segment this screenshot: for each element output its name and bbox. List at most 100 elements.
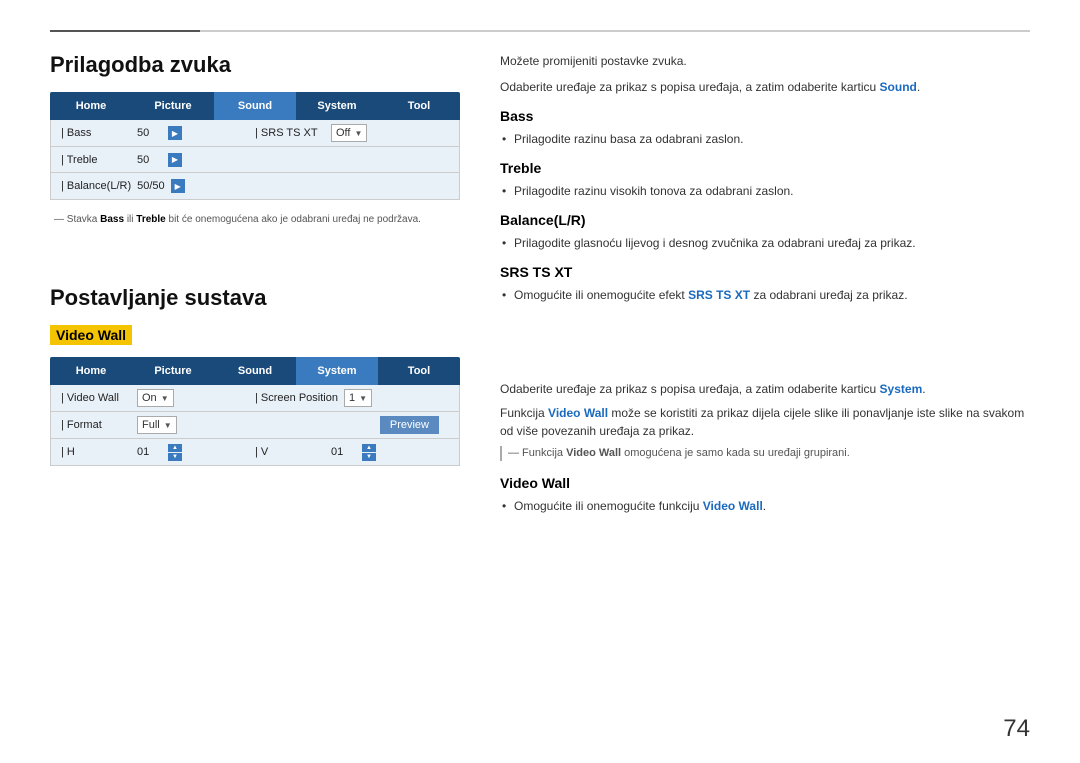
format-value: Full: [142, 419, 160, 431]
format-cell: | Format Full ▼: [61, 416, 250, 434]
preview-button[interactable]: Preview: [380, 416, 439, 434]
top-rule: [50, 30, 1030, 32]
menu-item2-home[interactable]: Home: [50, 357, 132, 385]
table-row: | Video Wall On ▼ | Screen Position 1 ▼: [51, 385, 459, 412]
bass-label: | Bass: [61, 127, 131, 139]
bass-bullet: Prilagodite razinu basa za odabrani zasl…: [500, 130, 1030, 148]
treble-value: 50: [137, 154, 162, 166]
preview-cell: Preview: [250, 416, 449, 434]
bass-cell: | Bass 50 ▶: [61, 126, 255, 140]
menu-item-system[interactable]: System: [296, 92, 378, 120]
right-bottom-section: Odaberite uređaje za prikaz s popisa ure…: [500, 380, 1030, 515]
v-up-arrow[interactable]: ▲: [362, 444, 376, 452]
screenpos-cell: | Screen Position 1 ▼: [255, 389, 449, 407]
treble-cell: | Treble 50 ▶: [61, 153, 255, 167]
dropdown-arrow2-icon: ▼: [161, 394, 169, 403]
v-down-arrow[interactable]: ▼: [362, 453, 376, 461]
subsection-srs: SRS TS XT: [500, 264, 1030, 280]
right-intro2-pre: Odaberite uređaje za prikaz s popisa ure…: [500, 80, 880, 94]
right-column: Možete promijeniti postavke zvuka. Odabe…: [480, 52, 1030, 733]
srs-cell: | SRS TS XT Off ▼: [255, 124, 449, 142]
menu-item-home[interactable]: Home: [50, 92, 132, 120]
table-row: | H 01 ▲ ▼ | V 01 ▲ ▼: [51, 439, 459, 465]
menu-bar-sound: Home Picture Sound System Tool: [50, 92, 460, 120]
bass-bold: Bass: [100, 214, 124, 225]
h-label: | H: [61, 446, 131, 458]
subsection-balance: Balance(L/R): [500, 212, 1030, 228]
right-intro1: Možete promijeniti postavke zvuka.: [500, 52, 1030, 70]
table-row: | Treble 50 ▶: [51, 147, 459, 173]
menu-item2-system[interactable]: System: [296, 357, 378, 385]
right-gap: [500, 308, 1030, 332]
srs-bullet: Omogućite ili onemogućite efekt SRS TS X…: [500, 286, 1030, 304]
balance-bullet: Prilagodite glasnoću lijevog i desnog zv…: [500, 234, 1030, 252]
format-label: | Format: [61, 419, 131, 431]
srs-link: SRS TS XT: [688, 288, 750, 302]
v-cell: | V 01 ▲ ▼: [255, 444, 449, 461]
screenpos-dropdown[interactable]: 1 ▼: [344, 389, 372, 407]
page-number: 74: [1003, 715, 1030, 743]
menu-bar-system: Home Picture Sound System Tool: [50, 357, 460, 385]
screenpos-label: | Screen Position: [255, 392, 338, 404]
videowall-bullet: Omogućite ili onemogućite funkciju Video…: [500, 497, 1030, 515]
vw-intro-link: Video Wall: [548, 406, 608, 420]
vw-bullet-post: .: [763, 499, 766, 513]
treble-label: | Treble: [61, 154, 131, 166]
balance-cell: | Balance(L/R) 50/50 ▶: [61, 179, 255, 193]
right-bottom-intro2: Funkcija Video Wall može se koristiti za…: [500, 404, 1030, 440]
treble-arrow[interactable]: ▶: [168, 153, 182, 167]
right-gap3: [500, 356, 1030, 380]
subsection-treble: Treble: [500, 160, 1030, 176]
dropdown-arrow3-icon: ▼: [359, 394, 367, 403]
srs-value: Off: [336, 127, 350, 139]
sound-settings-table: | Bass 50 ▶ | SRS TS XT Off ▼: [50, 120, 460, 200]
bass-arrow[interactable]: ▶: [168, 126, 182, 140]
right-bottom-intro1: Odaberite uređaje za prikaz s popisa ure…: [500, 380, 1030, 398]
h-value: 01: [137, 446, 162, 458]
dropdown-arrow4-icon: ▼: [164, 421, 172, 430]
menu-item-picture[interactable]: Picture: [132, 92, 214, 120]
balance-value: 50/50: [137, 180, 165, 192]
menu-item-tool[interactable]: Tool: [378, 92, 460, 120]
table-row: | Bass 50 ▶ | SRS TS XT Off ▼: [51, 120, 459, 147]
system-intro-pre: Odaberite uređaje za prikaz s popisa ure…: [500, 382, 880, 396]
vw-bullet-link: Video Wall: [703, 499, 763, 513]
menu-item2-tool[interactable]: Tool: [378, 357, 460, 385]
videowall-label: | Video Wall: [61, 392, 131, 404]
right-gap2: [500, 332, 1030, 356]
h-down-arrow[interactable]: ▼: [168, 453, 182, 461]
menu-item-sound[interactable]: Sound: [214, 92, 296, 120]
right-intro2-link: Sound: [880, 80, 917, 94]
dropdown-arrow-icon: ▼: [354, 129, 362, 138]
table-row: | Balance(L/R) 50/50 ▶: [51, 173, 459, 199]
treble-bullet: Prilagodite razinu visokih tonova za oda…: [500, 182, 1030, 200]
menu-item2-picture[interactable]: Picture: [132, 357, 214, 385]
system-intro-link: System: [880, 382, 923, 396]
system-intro-post: .: [922, 382, 925, 396]
format-dropdown[interactable]: Full ▼: [137, 416, 177, 434]
videowall-dropdown[interactable]: On ▼: [137, 389, 174, 407]
srs-dropdown[interactable]: Off ▼: [331, 124, 367, 142]
h-up-arrow[interactable]: ▲: [168, 444, 182, 452]
left-column: Prilagodba zvuka Home Picture Sound Syst…: [50, 52, 480, 733]
bass-value: 50: [137, 127, 162, 139]
h-cell: | H 01 ▲ ▼: [61, 444, 255, 461]
table-row: | Format Full ▼ Preview: [51, 412, 459, 439]
screenpos-value: 1: [349, 392, 355, 404]
balance-label: | Balance(L/R): [61, 180, 131, 192]
section-divider: [50, 225, 460, 255]
v-value: 01: [331, 446, 356, 458]
right-intro2-post: .: [917, 80, 920, 94]
videowall-value: On: [142, 392, 157, 404]
right-intro2: Odaberite uređaje za prikaz s popisa ure…: [500, 78, 1030, 96]
vw-note-bold: Video Wall: [566, 447, 621, 459]
section-title-system: Postavljanje sustava: [50, 285, 460, 311]
treble-bold: Treble: [136, 214, 165, 225]
vw-intro-pre: Funkcija: [500, 406, 548, 420]
vw-bullet-pre: Omogućite ili onemogućite funkciju: [514, 499, 703, 513]
menu-item2-sound[interactable]: Sound: [214, 357, 296, 385]
balance-arrow[interactable]: ▶: [171, 179, 185, 193]
section-divider2: [50, 255, 460, 285]
subsection-bass: Bass: [500, 108, 1030, 124]
vw-note: ― Funkcija Video Wall omogućena je samo …: [500, 446, 1030, 461]
